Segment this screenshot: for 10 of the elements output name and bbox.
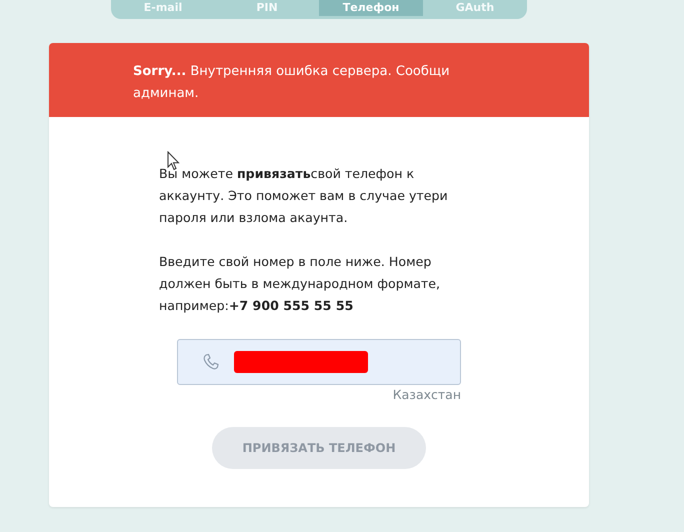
phone-input-field[interactable] bbox=[177, 339, 461, 385]
instruction-text: Вы можете привязатьсвой телефон к аккаунту. Это поможет вам в случае утери пароля или взлома акаунта. bbox=[159, 165, 449, 227]
phone-icon bbox=[202, 353, 220, 371]
tab[interactable]: Телефон bbox=[319, 0, 423, 16]
tab[interactable]: GAuth bbox=[423, 0, 527, 16]
country-label: Казахстан bbox=[392, 387, 461, 403]
error-message: Sorry... Внутренняя ошибка сервера. Сообщи админам. bbox=[133, 64, 450, 101]
tab[interactable]: E-mail bbox=[111, 0, 215, 16]
tab[interactable]: PIN bbox=[215, 0, 319, 16]
instruction-text: Введите свой номер в поле ниже. Номер должен быть в международном формате, например:+7 900 555 55 55 bbox=[159, 253, 442, 315]
